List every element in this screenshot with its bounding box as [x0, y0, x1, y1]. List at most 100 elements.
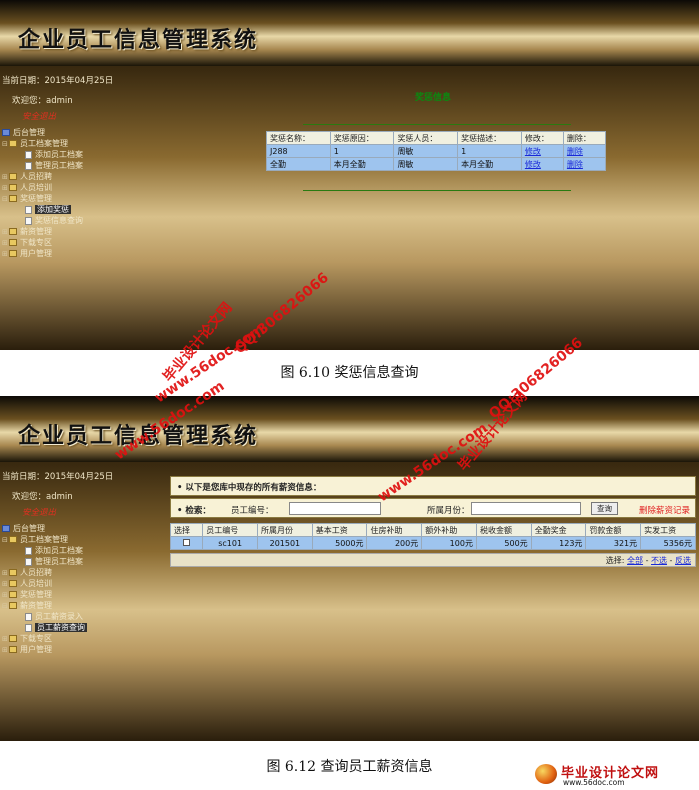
tree-item[interactable]: 添加员工档案: [2, 149, 157, 160]
tree-item[interactable]: ⊞ 奖惩管理: [2, 589, 157, 600]
page-icon: [25, 216, 32, 225]
column-header: 罚款金额: [585, 523, 642, 537]
figure-caption-1: 图 6.10 奖惩信息查询: [280, 365, 419, 381]
employee-id-input[interactable]: [289, 502, 381, 515]
tree-item-label: 用户管理: [20, 645, 52, 654]
welcome-text: 欢迎您：admin: [12, 492, 73, 502]
welcome-text: 欢迎您：admin: [12, 96, 73, 106]
table-cell: 5000元: [311, 536, 368, 550]
page-icon: [25, 612, 32, 621]
folder-icon: [9, 536, 17, 543]
tree-item[interactable]: 员工薪资录入: [2, 611, 157, 622]
divider: [303, 124, 571, 125]
panel-title: 奖惩信息: [415, 93, 452, 103]
column-header: 修改：: [520, 131, 564, 145]
table-row: 全勤 本月全勤 周敏 本月全勤 修改 删除: [266, 157, 607, 171]
tree-item[interactable]: 后台管理: [2, 127, 157, 138]
tree-item-label: 员工薪资查询: [35, 623, 87, 632]
tree-item[interactable]: ⊞ 人员培训: [2, 182, 157, 193]
table-cell: 修改: [520, 144, 564, 158]
tree-item-label: 薪资管理: [20, 601, 52, 610]
table-cell: 200元: [366, 536, 423, 550]
site-logo: 毕业设计论文网 www.56doc.com: [535, 762, 695, 788]
tree-item[interactable]: ⊞ 用户管理: [2, 248, 157, 259]
month-label: 所属月份：: [427, 506, 470, 516]
folder-icon: [9, 635, 17, 642]
table-cell: 周敏: [393, 144, 459, 158]
table-row: J288 1 周敏 1 修改 删除: [266, 144, 607, 158]
list-header: • 以下是您库中现存的所有薪资信息：: [170, 476, 696, 496]
tree-item[interactable]: ⊞ 下载专区: [2, 237, 157, 248]
logo-emblem-icon: [535, 764, 557, 784]
row-checkbox[interactable]: [183, 538, 191, 546]
tree-item[interactable]: ⊟ 员工档案管理: [2, 534, 157, 545]
tree-item-label: 奖惩信息查询: [35, 216, 83, 225]
column-header: 住房补助: [366, 523, 423, 537]
tree-toggle-icon[interactable]: ⊞: [2, 249, 9, 260]
page-icon: [25, 557, 32, 566]
select-none-link[interactable]: 不选: [651, 556, 667, 565]
tree-item[interactable]: ⊟ 员工档案管理: [2, 138, 157, 149]
tree-item[interactable]: ⊞ 人员招聘: [2, 171, 157, 182]
delete-link[interactable]: 删除: [567, 160, 583, 169]
select-prefix: 选择:: [605, 556, 625, 565]
tree-item[interactable]: ⊟ 薪资管理: [2, 600, 157, 611]
tree-item[interactable]: 添加奖惩: [2, 204, 157, 215]
column-header: 全勤奖金: [530, 523, 587, 537]
edit-link[interactable]: 修改: [525, 160, 541, 169]
tree-item-label: 用户管理: [20, 249, 52, 258]
tree-item[interactable]: 奖惩信息查询: [2, 215, 157, 226]
reward-table: 奖惩名称： 奖惩原因： 奖惩人员： 奖惩描述： 修改： 删除： J288 1 周敏 1 修改 删除 全勤…: [266, 131, 607, 171]
folder-icon: [9, 173, 17, 180]
table-cell: 删除: [562, 144, 607, 158]
column-header: 奖惩描述：: [457, 131, 522, 145]
delete-link[interactable]: 删除: [567, 147, 583, 156]
tree-item-label: 添加奖惩: [35, 205, 71, 214]
query-button[interactable]: 查询: [591, 502, 618, 515]
current-date: 当前日期：2015年04月25日: [2, 76, 114, 86]
tree-item-label: 奖惩管理: [20, 590, 52, 599]
table-cell: 本月全勤: [329, 157, 395, 171]
tree-item-label: 人员培训: [20, 579, 52, 588]
column-header: 奖惩人员：: [393, 131, 459, 145]
tree-item-label: 添加员工档案: [35, 546, 83, 555]
logo-url: www.56doc.com: [563, 778, 625, 787]
tree-item[interactable]: 员工薪资查询: [2, 622, 157, 633]
table-cell: 1: [457, 144, 522, 158]
tree-item[interactable]: 添加员工档案: [2, 545, 157, 556]
folder-icon: [9, 195, 17, 202]
select-all-link[interactable]: 全部: [627, 556, 643, 565]
folder-icon: [9, 646, 17, 653]
column-header: 删除：: [562, 131, 607, 145]
nav-tree: 后台管理 ⊟ 员工档案管理 添加员工档案 管理员工档案 ⊞ 人员招聘 ⊞ 人员培训 ⊞ 奖惩管理 ⊟ 薪…: [2, 523, 157, 655]
tree-item-label: 下载专区: [20, 634, 52, 643]
page-icon: [25, 161, 32, 170]
header-banner: 企业员工信息管理系统: [0, 0, 699, 66]
tree-item[interactable]: ⊟ 奖惩管理: [2, 193, 157, 204]
app-title: 企业员工信息管理系统: [18, 27, 259, 53]
logout-link[interactable]: 安全退出: [22, 110, 56, 122]
column-header: 所属月份: [257, 523, 313, 537]
tree-toggle-icon[interactable]: ⊞: [2, 645, 9, 656]
delete-salary-link[interactable]: 删除薪资记录: [639, 504, 690, 516]
tree-item[interactable]: 管理员工档案: [2, 160, 157, 171]
column-header: 额外补助: [421, 523, 477, 537]
logout-link[interactable]: 安全退出: [22, 506, 56, 518]
tree-item[interactable]: 后台管理: [2, 523, 157, 534]
tree-item[interactable]: ⊞ 下载专区: [2, 633, 157, 644]
table-header-row: 选择 员工编号 所属月份 基本工资 住房补助 额外补助 税收金额 全勤奖金 罚款金额 实发工资: [169, 523, 696, 537]
table-cell: 321元: [585, 536, 642, 550]
table-header-row: 奖惩名称： 奖惩原因： 奖惩人员： 奖惩描述： 修改： 删除：: [266, 131, 607, 145]
table-cell: 周敏: [393, 157, 459, 171]
tree-item[interactable]: ⊞ 用户管理: [2, 644, 157, 655]
table-row: sc101 201501 5000元 200元 100元 500元 123元 321元 5356…: [169, 536, 696, 550]
table-cell: 本月全勤: [457, 157, 522, 171]
tree-item[interactable]: ⊞ 人员招聘: [2, 567, 157, 578]
tree-item[interactable]: 管理员工档案: [2, 556, 157, 567]
tree-item[interactable]: ⊞ 薪资管理: [2, 226, 157, 237]
month-input[interactable]: [471, 502, 581, 515]
tree-item[interactable]: ⊞ 人员培训: [2, 578, 157, 589]
salary-table: 选择 员工编号 所属月份 基本工资 住房补助 额外补助 税收金额 全勤奖金 罚款金额 实发工资 sc…: [169, 523, 696, 550]
edit-link[interactable]: 修改: [525, 147, 541, 156]
select-invert-link[interactable]: 反选: [675, 556, 691, 565]
